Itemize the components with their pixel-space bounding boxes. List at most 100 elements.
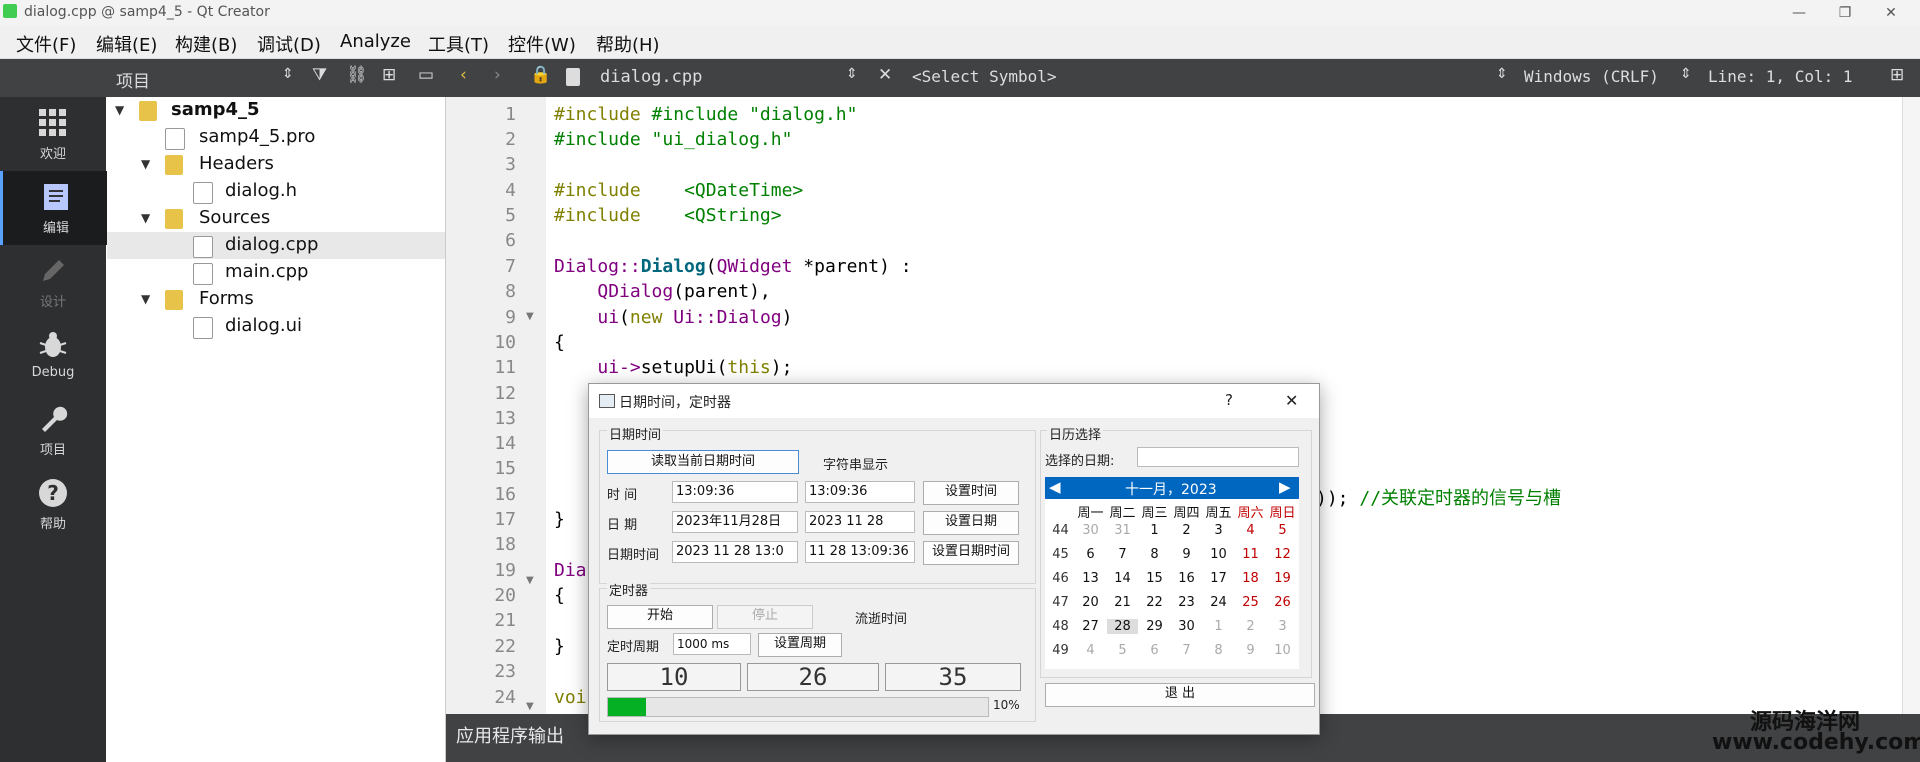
symbol-arrows-icon[interactable]: ⇕ <box>1496 66 1508 82</box>
calendar-day[interactable]: 4 <box>1075 643 1106 658</box>
calendar-day[interactable]: 17 <box>1203 571 1234 586</box>
calendar-day[interactable]: 10 <box>1267 643 1298 658</box>
calendar-day[interactable]: 4 <box>1235 523 1266 538</box>
mode-design[interactable]: 设计 <box>0 245 106 319</box>
next-month-icon[interactable]: ▶ <box>1279 478 1291 496</box>
calendar-day[interactable]: 27 <box>1075 619 1106 634</box>
expand-arrow-icon[interactable]: ▼ <box>141 157 150 171</box>
calendar-day[interactable]: 21 <box>1107 595 1138 610</box>
menu-build[interactable]: 构建(B) <box>175 31 237 57</box>
calendar-day[interactable]: 31 <box>1107 523 1138 538</box>
panel-selector[interactable]: 项目 <box>116 67 150 92</box>
vertical-scrollbar[interactable] <box>1902 97 1920 714</box>
calendar-day[interactable]: 7 <box>1171 643 1202 658</box>
expand-arrow-icon[interactable]: ▼ <box>141 211 150 225</box>
calendar-day[interactable]: 18 <box>1235 571 1266 586</box>
calendar-day[interactable]: 5 <box>1107 643 1138 658</box>
date-string-field[interactable]: 2023 11 28 <box>805 511 915 533</box>
date-edit[interactable]: 2023年11月28日 <box>672 511 798 533</box>
menu-help[interactable]: 帮助(H) <box>596 31 660 57</box>
fold-marker-icon[interactable]: ▼ <box>526 311 534 322</box>
read-current-datetime-button[interactable]: 读取当前日期时间 <box>607 450 799 474</box>
tree-item-dialog-cpp[interactable]: dialog.cpp <box>107 232 445 259</box>
mode-debug[interactable]: Debug <box>0 319 106 393</box>
close-file-icon[interactable]: ✕ <box>878 65 892 85</box>
cursor-position[interactable]: Line: 1, Col: 1 <box>1708 67 1853 86</box>
maximize-button[interactable]: ❐ <box>1822 0 1868 26</box>
set-date-button[interactable]: 设置日期 <box>923 511 1019 535</box>
calendar-day[interactable]: 1 <box>1139 523 1170 538</box>
calendar-day[interactable]: 12 <box>1267 547 1298 562</box>
line-ending-selector[interactable]: Windows (CRLF) <box>1524 67 1659 86</box>
split-editor-icon[interactable]: ⊞ <box>1890 65 1904 85</box>
filter-icon[interactable]: ⧩ <box>312 65 327 85</box>
dialog-help-button[interactable]: ? <box>1225 391 1233 409</box>
tree-item-dialog-h[interactable]: dialog.h <box>107 178 445 205</box>
calendar-day[interactable]: 5 <box>1267 523 1298 538</box>
menu-file[interactable]: 文件(F) <box>16 31 76 57</box>
menu-tools[interactable]: 工具(T) <box>428 31 489 57</box>
calendar-day[interactable]: 1 <box>1203 619 1234 634</box>
menu-widgets[interactable]: 控件(W) <box>508 31 576 57</box>
panel-selector-arrows-icon[interactable]: ⇕ <box>282 66 294 82</box>
prev-month-icon[interactable]: ◀ <box>1049 478 1061 496</box>
tree-item-main-cpp[interactable]: main.cpp <box>107 259 445 286</box>
line-ending-arrows-icon[interactable]: ⇕ <box>1680 66 1692 82</box>
open-file-name[interactable]: dialog.cpp <box>600 67 702 87</box>
tree-item-dialog-ui[interactable]: dialog.ui <box>107 313 445 340</box>
calendar-day[interactable]: 22 <box>1139 595 1170 610</box>
calendar-day[interactable]: 29 <box>1139 619 1170 634</box>
symbol-selector[interactable]: <Select Symbol> <box>912 67 1057 86</box>
set-datetime-button[interactable]: 设置日期时间 <box>923 541 1019 565</box>
menu-debug[interactable]: 调试(D) <box>257 31 321 57</box>
calendar-day[interactable]: 20 <box>1075 595 1106 610</box>
expand-arrow-icon[interactable]: ▼ <box>115 103 124 117</box>
mode-welcome[interactable]: 欢迎 <box>0 97 106 171</box>
menu-edit[interactable]: 编辑(E) <box>96 31 157 57</box>
calendar-day[interactable]: 8 <box>1139 547 1170 562</box>
calendar-day[interactable]: 25 <box>1235 595 1266 610</box>
time-edit[interactable]: 13:09:36 <box>672 481 798 503</box>
calendar-month-label[interactable]: 十一月，2023 <box>1125 479 1217 499</box>
calendar-day[interactable]: 13 <box>1075 571 1106 586</box>
calendar-day[interactable]: 2 <box>1171 523 1202 538</box>
calendar-day[interactable]: 3 <box>1267 619 1298 634</box>
fold-marker-icon[interactable]: ▼ <box>526 575 534 586</box>
tree-item-forms[interactable]: ▼ Forms <box>107 286 445 313</box>
start-button[interactable]: 开始 <box>607 605 713 629</box>
minimize-button[interactable]: — <box>1776 0 1822 26</box>
calendar-day[interactable]: 14 <box>1107 571 1138 586</box>
close-panel-icon[interactable]: ▭ <box>418 65 434 85</box>
output-pane-title[interactable]: 应用程序输出 <box>456 722 564 748</box>
file-selector-arrows-icon[interactable]: ⇕ <box>846 66 858 82</box>
exit-button[interactable]: 退 出 <box>1045 683 1315 707</box>
datetime-edit[interactable]: 2023 11 28 13:0 <box>672 541 798 563</box>
datetime-string-field[interactable]: 11 28 13:09:36 <box>805 541 915 563</box>
tree-item-pro-file[interactable]: samp4_5.pro <box>107 124 445 151</box>
split-icon[interactable]: ⊞ <box>382 65 396 85</box>
calendar-day[interactable]: 30 <box>1075 523 1106 538</box>
calendar-day[interactable]: 19 <box>1267 571 1298 586</box>
calendar-day[interactable]: 2 <box>1235 619 1266 634</box>
calendar-day[interactable]: 26 <box>1267 595 1298 610</box>
calendar-day[interactable]: 8 <box>1203 643 1234 658</box>
selected-date-field[interactable] <box>1137 447 1299 467</box>
calendar-day[interactable]: 28 <box>1107 619 1138 634</box>
back-icon[interactable]: ‹ <box>460 65 467 85</box>
mode-edit[interactable]: 编辑 <box>0 171 109 245</box>
link-icon[interactable]: ⛓ <box>346 65 368 85</box>
calendar-day[interactable]: 10 <box>1203 547 1234 562</box>
dialog-close-button[interactable]: ✕ <box>1285 391 1298 410</box>
calendar-grid[interactable]: 周一 周二 周三 周四 周五 周六 周日 44 30 31 1 2 3 4 5 45 6 7 8 9 10 11 12 46… <box>1045 499 1299 669</box>
menu-analyze[interactable]: Analyze <box>340 31 411 52</box>
calendar-day[interactable]: 15 <box>1139 571 1170 586</box>
calendar-day[interactable]: 7 <box>1107 547 1138 562</box>
calendar-day[interactable]: 3 <box>1203 523 1234 538</box>
tree-item-project[interactable]: ▼ samp4_5 <box>107 97 445 124</box>
calendar-day[interactable]: 23 <box>1171 595 1202 610</box>
mode-help[interactable]: ? 帮助 <box>0 467 106 541</box>
tree-item-sources[interactable]: ▼ Sources <box>107 205 445 232</box>
calendar-day[interactable]: 9 <box>1235 643 1266 658</box>
calendar-day[interactable]: 24 <box>1203 595 1234 610</box>
time-string-field[interactable]: 13:09:36 <box>805 481 915 503</box>
